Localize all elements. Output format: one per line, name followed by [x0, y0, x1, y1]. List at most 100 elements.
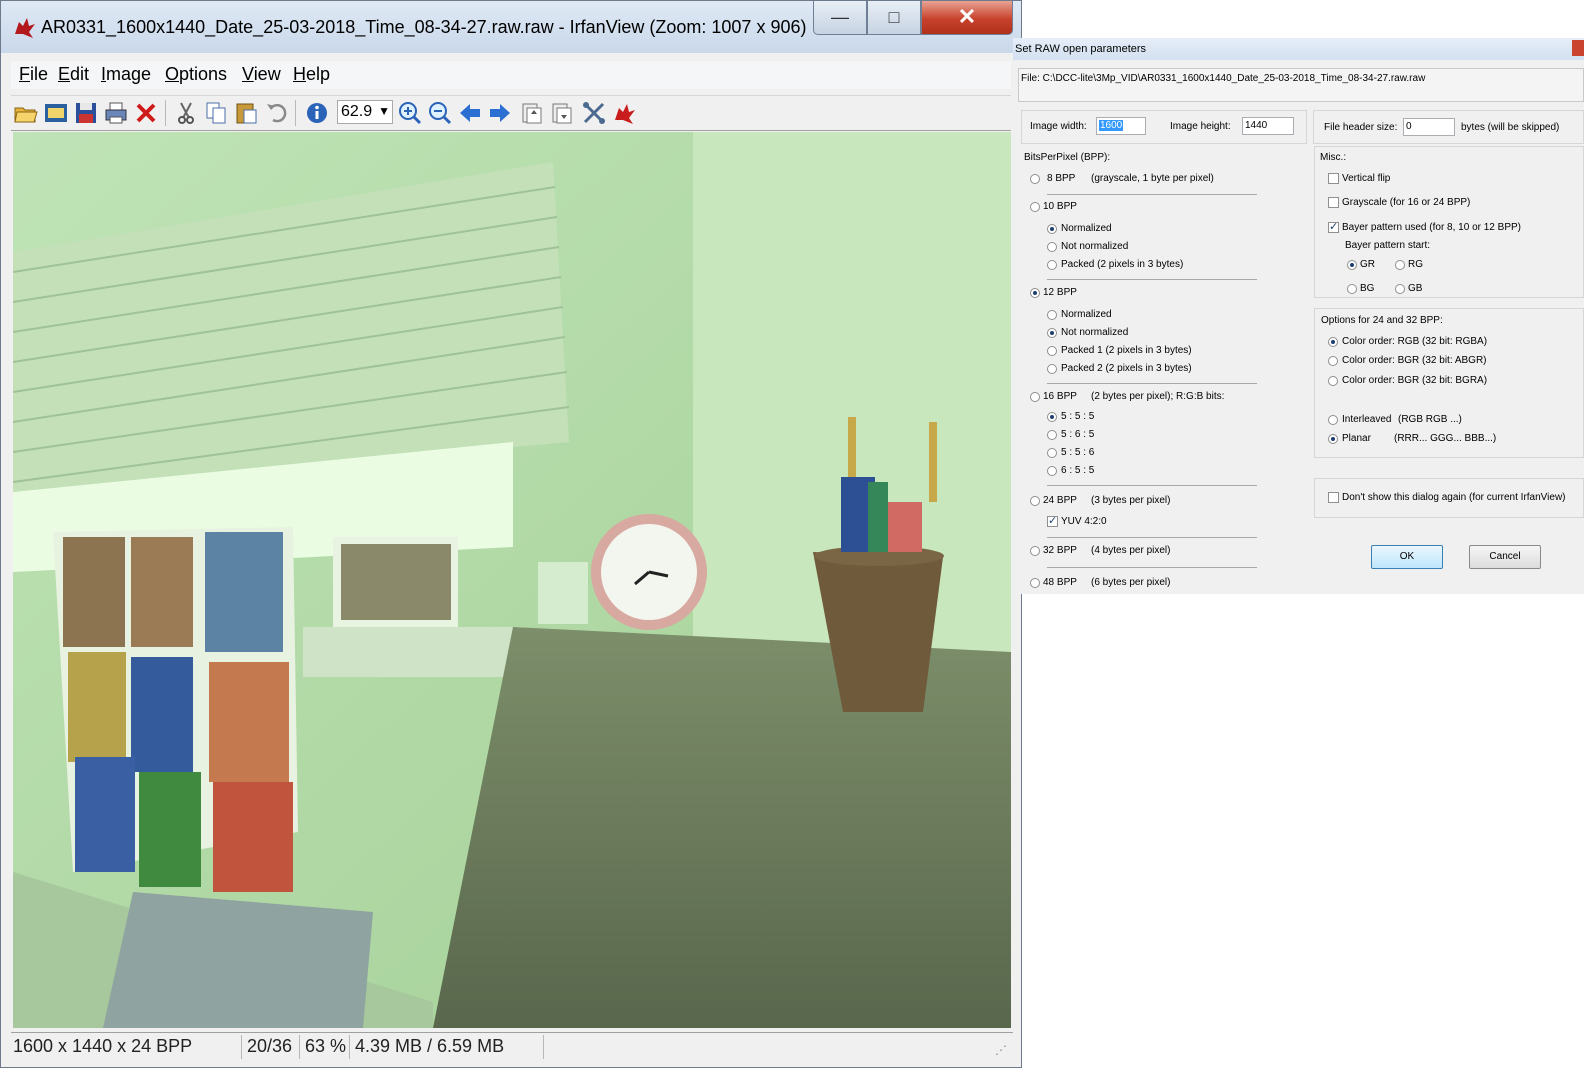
yuv420-checkbox[interactable]	[1047, 514, 1058, 527]
bpp-label: BitsPerPixel (BPP):	[1024, 152, 1111, 163]
bpp16-radio[interactable]	[1030, 392, 1040, 402]
bpp24-desc: (3 bytes per pixel)	[1091, 495, 1171, 506]
bayer-rg-label: RG	[1408, 259, 1423, 270]
dont-show-checkbox[interactable]	[1328, 492, 1339, 503]
delete-button[interactable]	[133, 100, 159, 126]
slideshow-icon	[45, 104, 67, 122]
menu-options[interactable]: Options	[165, 64, 227, 85]
bpp12-radio[interactable]	[1030, 288, 1040, 298]
grayscale-label: Grayscale (for 16 or 24 BPP)	[1342, 197, 1471, 208]
previous-button[interactable]	[457, 100, 483, 126]
page-down-button[interactable]	[549, 100, 575, 126]
bayer-gr-radio[interactable]	[1347, 260, 1357, 270]
separator	[1047, 485, 1257, 486]
order-rgb-label: Color order: RGB (32 bit: RGBA)	[1342, 336, 1488, 347]
bpp8-label: 8 BPP	[1047, 173, 1076, 184]
rgb-655-label: 6 : 5 : 5	[1061, 465, 1095, 476]
bayer-gb-label: GB	[1408, 283, 1423, 294]
file-header-input[interactable]: 0	[1403, 118, 1455, 136]
ok-button[interactable]: OK	[1371, 545, 1443, 569]
cancel-button[interactable]: Cancel	[1469, 545, 1541, 569]
status-zoom: 63 %	[305, 1036, 347, 1056]
file-header-suffix: bytes (will be skipped)	[1461, 122, 1560, 133]
bpp10-radio[interactable]	[1030, 202, 1040, 212]
bpp12-packed2-label: Packed 2 (2 pixels in 3 bytes)	[1061, 363, 1192, 374]
bpp24-radio[interactable]	[1030, 496, 1040, 506]
bpp48-radio[interactable]	[1030, 578, 1040, 588]
image-canvas[interactable]	[13, 132, 1011, 1028]
chevron-down-icon: ▼	[378, 104, 390, 118]
next-button[interactable]	[487, 100, 513, 126]
status-separator	[299, 1035, 300, 1059]
dialog-title-bar[interactable]: Set RAW open parameters	[1013, 38, 1584, 60]
image-width-input[interactable]: 1600	[1096, 117, 1146, 135]
order-rgb-radio[interactable]	[1328, 337, 1338, 347]
rgb-655-radio[interactable]	[1047, 466, 1057, 476]
bpp12-normalized-radio[interactable]	[1047, 310, 1057, 320]
undo-button[interactable]	[263, 100, 289, 126]
bpp12-packed1-radio[interactable]	[1047, 346, 1057, 356]
title-bar[interactable]: AR0331_1600x1440_Date_25-03-2018_Time_08…	[1, 1, 1021, 53]
bpp8-desc: (grayscale, 1 byte per pixel)	[1091, 173, 1214, 184]
zoom-in-icon	[399, 102, 422, 125]
cut-button[interactable]	[173, 100, 199, 126]
bpp12-normalized-label: Normalized	[1061, 309, 1112, 320]
dont-show-label: Don't show this dialog again (for curren…	[1342, 492, 1566, 503]
bayer-gb-radio[interactable]	[1395, 284, 1405, 294]
menu-view[interactable]: View	[242, 64, 281, 85]
planar-radio[interactable]	[1328, 434, 1338, 444]
bpp10-not-normalized-label: Not normalized	[1061, 241, 1129, 252]
menu-file[interactable]: File	[19, 64, 48, 85]
order-bgr-abgr-radio[interactable]	[1328, 356, 1338, 366]
print-button[interactable]	[103, 100, 129, 126]
undo-icon	[267, 103, 287, 123]
resize-grip-icon[interactable]: ⋰	[995, 1043, 1007, 1057]
close-icon: ✕	[957, 4, 977, 29]
slideshow-button[interactable]	[43, 100, 69, 126]
settings-button[interactable]	[581, 100, 607, 126]
rgb-556-radio[interactable]	[1047, 448, 1057, 458]
bayer-bg-radio[interactable]	[1347, 284, 1357, 294]
rgb-555-radio[interactable]	[1047, 412, 1057, 422]
bpp10-packed-radio[interactable]	[1047, 260, 1057, 270]
bayer-rg-radio[interactable]	[1395, 260, 1405, 270]
save-button[interactable]	[73, 100, 99, 126]
copy-button[interactable]	[203, 100, 229, 126]
bpp12-packed2-radio[interactable]	[1047, 364, 1057, 374]
menu-help[interactable]: Help	[293, 64, 330, 85]
page-up-button[interactable]	[519, 100, 545, 126]
rgb-565-radio[interactable]	[1047, 430, 1057, 440]
open-icon	[14, 107, 38, 123]
zoom-in-button[interactable]	[397, 100, 423, 126]
minimize-button[interactable]: —	[813, 1, 867, 35]
raw-params-dialog: Set RAW open parameters File: C:\DCC-lit…	[1013, 38, 1584, 594]
bayer-bg-label: BG	[1360, 283, 1375, 294]
image-height-input[interactable]: 1440	[1242, 117, 1294, 135]
order-bgr-bgra-radio[interactable]	[1328, 376, 1338, 386]
file-path-box: File: C:\DCC-lite\3Mp_VID\AR0331_1600x14…	[1018, 68, 1584, 102]
bpp32-radio[interactable]	[1030, 546, 1040, 556]
status-size: 4.39 MB / 6.59 MB	[355, 1036, 505, 1056]
maximize-button[interactable]: □	[867, 1, 921, 35]
bpp10-normalized-radio[interactable]	[1047, 224, 1057, 234]
delete-icon	[136, 103, 156, 123]
info-button[interactable]	[304, 100, 330, 126]
menu-edit[interactable]: Edit	[58, 64, 89, 85]
bpp12-not-normalized-radio[interactable]	[1047, 328, 1057, 338]
bpp10-packed-label: Packed (2 pixels in 3 bytes)	[1061, 259, 1184, 270]
paste-button[interactable]	[233, 100, 259, 126]
grayscale-checkbox[interactable]	[1328, 197, 1339, 208]
zoom-out-button[interactable]	[427, 100, 453, 126]
about-button[interactable]	[611, 100, 637, 126]
open-button[interactable]	[13, 100, 39, 126]
menu-image[interactable]: Image	[101, 64, 151, 85]
bpp10-not-normalized-radio[interactable]	[1047, 242, 1057, 252]
dialog-close-button[interactable]	[1572, 40, 1584, 56]
bpp8-radio[interactable]	[1030, 174, 1040, 184]
zoom-combobox[interactable]: 62.9 ▼	[337, 100, 393, 124]
zoom-out-icon	[429, 102, 452, 125]
close-button[interactable]: ✕	[921, 1, 1013, 35]
bayer-checkbox[interactable]	[1328, 220, 1339, 233]
vertical-flip-checkbox[interactable]	[1328, 173, 1339, 184]
interleaved-radio[interactable]	[1328, 415, 1338, 425]
